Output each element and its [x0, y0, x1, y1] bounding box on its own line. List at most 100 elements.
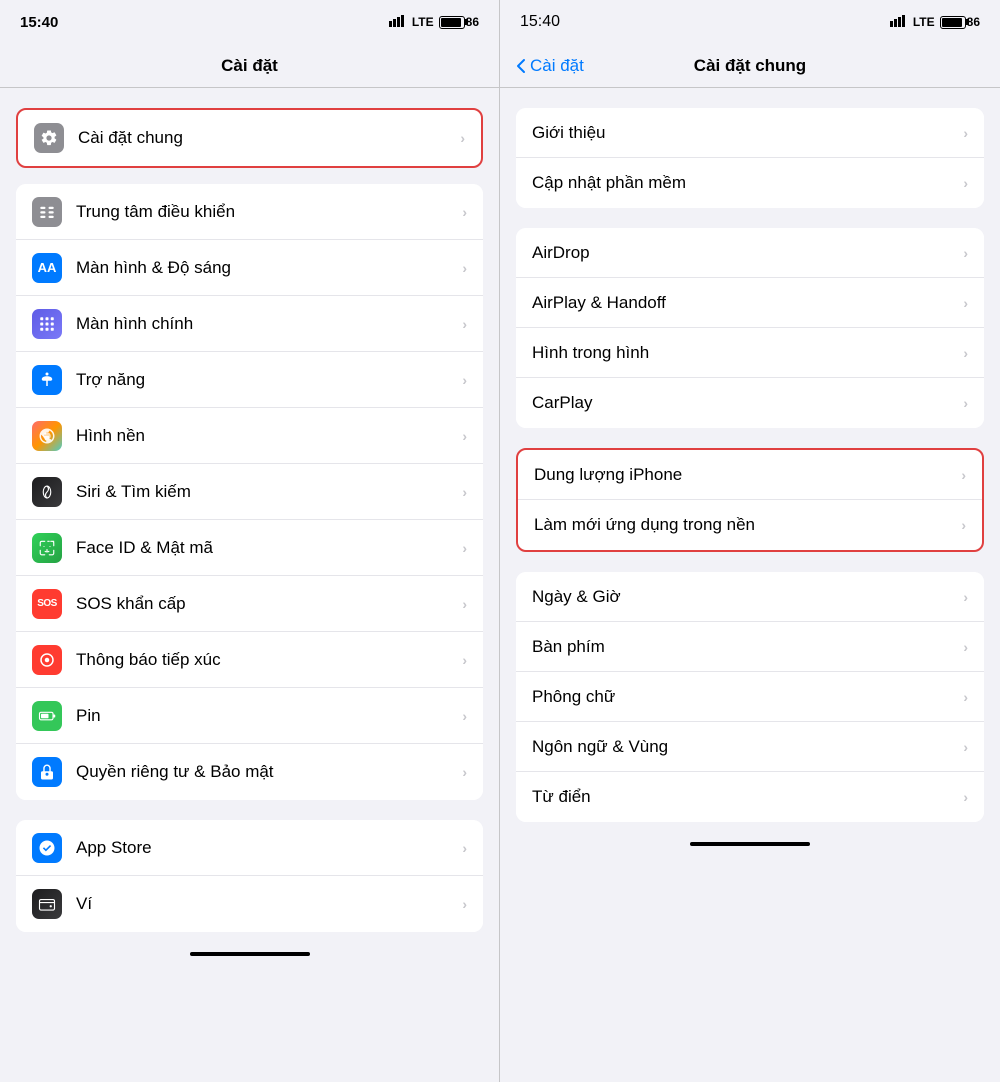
back-label: Cài đặt — [530, 56, 584, 76]
left-time: 15:40 — [20, 14, 58, 31]
face-id-label: Face ID & Mật mã — [76, 538, 462, 558]
battery-icon: 86 — [439, 15, 479, 29]
right-row-tu-dien[interactable]: Từ điển › — [516, 772, 984, 822]
network-label: LTE — [412, 15, 434, 29]
right-status-icons: LTE 86 — [890, 15, 980, 30]
battery-settings-icon — [32, 701, 62, 731]
lam-moi-label: Làm mới ứng dụng trong nền — [534, 515, 961, 535]
cai-dat-chung-label: Cài đặt chung — [78, 128, 460, 148]
right-status-bar: 15:40 LTE 86 — [500, 0, 1000, 44]
home-indicator-left — [190, 952, 310, 956]
settings-row-tro-nang[interactable]: Trợ năng › — [16, 352, 483, 408]
pin-label: Pin — [76, 706, 462, 726]
right-nav-bar: Cài đặt Cài đặt chung — [500, 44, 1000, 88]
switches-icon — [32, 197, 62, 227]
home-screen-icon — [32, 309, 62, 339]
right-section-1: Giới thiệu › Cập nhật phần mềm › — [516, 108, 984, 208]
vi-label: Ví — [76, 894, 462, 914]
right-row-lam-moi[interactable]: Làm mới ứng dụng trong nền › — [518, 500, 982, 550]
right-section-4: Ngày & Giờ › Bàn phím › Phông chữ › Ngôn… — [516, 572, 984, 822]
appstore-icon — [32, 833, 62, 863]
highlighted-group: Cài đặt chung › — [16, 108, 483, 168]
settings-row-cai-dat-chung[interactable]: Cài đặt chung › — [18, 110, 481, 166]
chevron-icon-11: › — [963, 689, 968, 705]
right-row-ngon-ngu[interactable]: Ngôn ngữ & Vùng › — [516, 722, 984, 772]
settings-row-face-id[interactable]: Face ID & Mật mã › — [16, 520, 483, 576]
right-battery-level: 86 — [967, 15, 980, 29]
settings-row-app-store[interactable]: App Store › — [16, 820, 483, 876]
ngon-ngu-label: Ngôn ngữ & Vùng — [532, 737, 963, 757]
chevron-icon-5: › — [963, 345, 968, 361]
settings-row-quyen-rieng-tu[interactable]: Quyền riêng tư & Bảo mật › — [16, 744, 483, 800]
airdrop-label: AirDrop — [532, 243, 963, 263]
settings-row-man-hinh-chinh[interactable]: Màn hình chính › — [16, 296, 483, 352]
right-panel: 15:40 LTE 86 Cài đặt Cài đặt chung — [500, 0, 1000, 1082]
quyen-rieng-tu-label: Quyền riêng tư & Bảo mật — [76, 762, 462, 782]
carplay-label: CarPlay — [532, 393, 963, 413]
hinh-nen-label: Hình nền — [76, 426, 462, 446]
ngay-gio-label: Ngày & Giờ — [532, 587, 963, 607]
home-indicator-right — [690, 842, 810, 846]
right-highlighted-section: Dung lượng iPhone › Làm mới ứng dụng tro… — [516, 448, 984, 552]
gioi-thieu-label: Giới thiệu — [532, 123, 963, 143]
sos-icon: SOS — [32, 589, 62, 619]
settings-row-sos[interactable]: SOS SOS khẩn cấp › — [16, 576, 483, 632]
chevron-icon-10: › — [963, 639, 968, 655]
right-row-gioi-thieu[interactable]: Giới thiệu › — [516, 108, 984, 158]
gear-icon — [34, 123, 64, 153]
right-row-phong-chu[interactable]: Phông chữ › — [516, 672, 984, 722]
right-row-dung-luong[interactable]: Dung lượng iPhone › — [518, 450, 982, 500]
brightness-icon: AA — [32, 253, 62, 283]
chevron-icon-4: › — [963, 295, 968, 311]
right-time: 15:40 — [520, 13, 560, 31]
right-row-carplay[interactable]: CarPlay › — [516, 378, 984, 428]
settings-row-man-hinh-do-sang[interactable]: AA Màn hình & Độ sáng › — [16, 240, 483, 296]
chevron-icon-9: › — [963, 589, 968, 605]
left-panel: 15:40 LTE 86 Cài đặt — [0, 0, 500, 1082]
left-nav-title: Cài đặt — [221, 56, 278, 76]
app-store-label: App Store — [76, 838, 462, 858]
right-row-ban-phim[interactable]: Bàn phím › — [516, 622, 984, 672]
airplay-label: AirPlay & Handoff — [532, 293, 963, 313]
right-settings-list: Giới thiệu › Cập nhật phần mềm › AirDrop… — [500, 88, 1000, 1082]
man-hinh-do-sang-label: Màn hình & Độ sáng — [76, 258, 462, 278]
phong-chu-label: Phông chữ — [532, 687, 963, 707]
right-signal-icon — [890, 15, 908, 30]
hinh-trong-hinh-label: Hình trong hình — [532, 343, 963, 363]
settings-row-vi[interactable]: Ví › — [16, 876, 483, 932]
settings-row-trung-tam[interactable]: Trung tâm điều khiển › — [16, 184, 483, 240]
cap-nhat-label: Cập nhật phần mềm — [532, 173, 963, 193]
right-row-ngay-gio[interactable]: Ngày & Giờ › — [516, 572, 984, 622]
right-row-hinh-trong-hinh[interactable]: Hình trong hình › — [516, 328, 984, 378]
settings-row-thong-bao[interactable]: Thông báo tiếp xúc › — [16, 632, 483, 688]
battery-level: 86 — [466, 15, 479, 29]
chevron-icon: › — [460, 130, 465, 146]
left-status-bar: 15:40 LTE 86 — [0, 0, 499, 44]
right-row-cap-nhat[interactable]: Cập nhật phần mềm › — [516, 158, 984, 208]
left-settings-list: Cài đặt chung › Trung tâm điều khiển › A… — [0, 88, 499, 1082]
chevron-icon-3: › — [963, 245, 968, 261]
chevron-icon-2: › — [963, 175, 968, 191]
settings-group-3: App Store › Ví › — [16, 820, 483, 932]
trung-tam-label: Trung tâm điều khiển — [76, 202, 462, 222]
wallet-icon — [32, 889, 62, 919]
right-battery-icon: 86 — [940, 15, 980, 29]
right-row-airplay[interactable]: AirPlay & Handoff › — [516, 278, 984, 328]
right-row-airdrop[interactable]: AirDrop › — [516, 228, 984, 278]
chevron-icon-7: › — [961, 467, 966, 483]
left-status-icons: LTE 86 — [389, 15, 479, 30]
sos-label: SOS khẩn cấp — [76, 594, 462, 614]
siri-icon — [32, 477, 62, 507]
dung-luong-label: Dung lượng iPhone — [534, 465, 961, 485]
settings-row-hinh-nen[interactable]: Hình nền › — [16, 408, 483, 464]
chevron-icon-13: › — [963, 789, 968, 805]
settings-row-pin[interactable]: Pin › — [16, 688, 483, 744]
settings-row-siri[interactable]: Siri & Tìm kiếm › — [16, 464, 483, 520]
chevron-icon-6: › — [963, 395, 968, 411]
left-nav-bar: Cài đặt — [0, 44, 499, 88]
back-button[interactable]: Cài đặt — [516, 56, 584, 76]
siri-label: Siri & Tìm kiếm — [76, 482, 462, 502]
accessibility-icon — [32, 365, 62, 395]
ban-phim-label: Bàn phím — [532, 637, 963, 657]
right-nav-title: Cài đặt chung — [694, 56, 806, 76]
